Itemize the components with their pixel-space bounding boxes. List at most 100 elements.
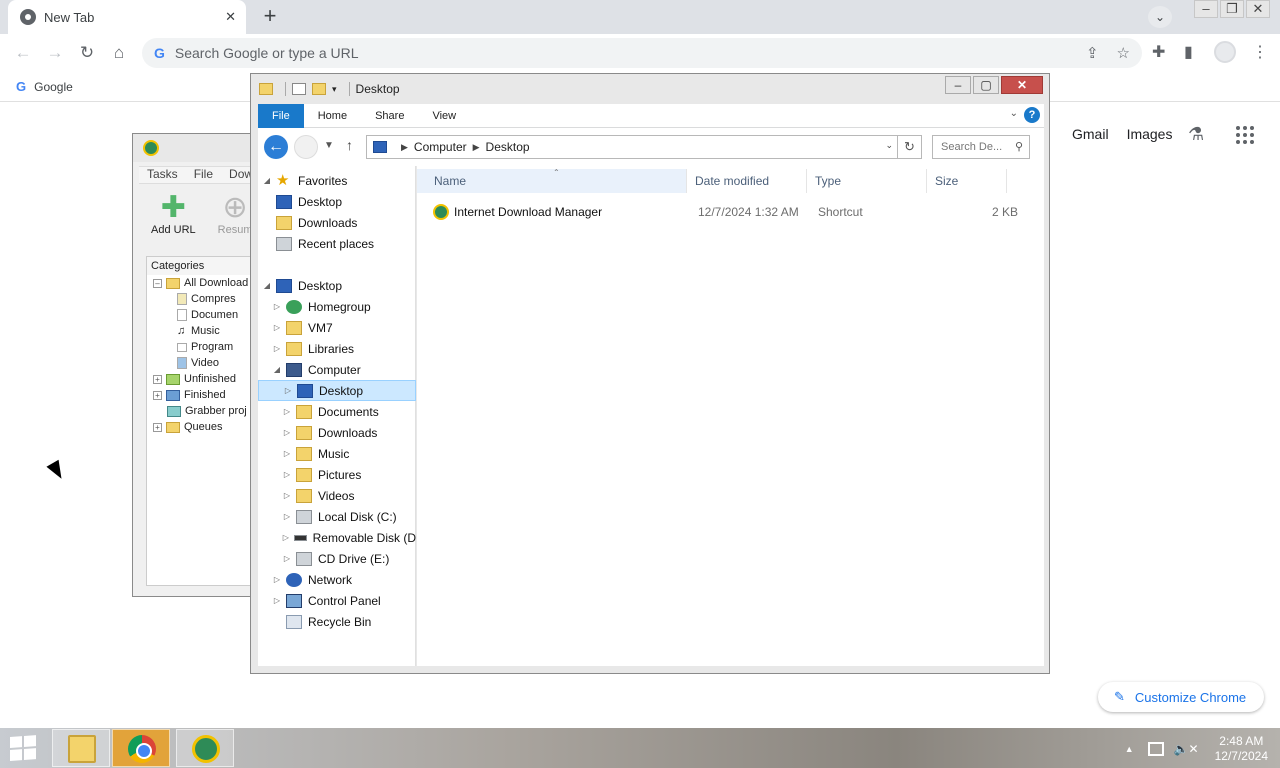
column-header-date[interactable]: Date modified — [687, 169, 807, 193]
expand-ribbon-icon[interactable]: ⌄ — [1010, 108, 1018, 119]
side-panel-icon[interactable]: ▮ — [1184, 42, 1193, 62]
apps-grid-icon[interactable] — [1236, 126, 1254, 144]
ribbon-tab-file[interactable]: File — [258, 104, 304, 128]
idm-tree-item[interactable]: Grabber proj — [147, 403, 263, 419]
idm-tree-item[interactable]: + Queues — [147, 419, 263, 435]
customize-qat-icon[interactable]: ▾ — [332, 84, 337, 95]
breadcrumb-desktop[interactable]: Desktop — [486, 140, 530, 154]
nav-control-panel[interactable]: ▷ Control Panel — [258, 590, 416, 611]
idm-menu-file[interactable]: File — [194, 167, 213, 183]
nav-computer-desktop[interactable]: ▷ Desktop — [258, 380, 416, 401]
taskbar-chrome[interactable] — [112, 729, 170, 767]
home-icon[interactable]: ⌂ — [108, 42, 130, 64]
windows-start-button[interactable] — [10, 735, 38, 761]
nav-vm7[interactable]: ▷ VM7 — [258, 317, 416, 338]
videos-folder-icon — [296, 488, 312, 503]
share-icon[interactable]: ⇪ — [1086, 44, 1099, 62]
reload-icon[interactable]: ↻ — [76, 42, 98, 64]
explorer-titlebar[interactable]: ▾ Desktop – ▢ ✕ — [251, 74, 1049, 104]
nav-fav-desktop[interactable]: Desktop — [258, 191, 416, 212]
customize-chrome-label: Customize Chrome — [1134, 689, 1247, 705]
nav-favorites[interactable]: ◢ ★ Favorites — [258, 170, 416, 191]
images-link[interactable]: Images — [1127, 126, 1173, 142]
idm-resume-button[interactable]: ⊕ Resum — [218, 192, 253, 252]
forward-arrow-icon[interactable]: → — [44, 42, 66, 64]
column-header-size[interactable]: Size — [927, 169, 1007, 193]
new-tab-button[interactable]: + — [258, 5, 282, 29]
column-header-type[interactable]: Type — [807, 169, 927, 193]
idm-menu-tasks[interactable]: Tasks — [147, 167, 178, 183]
close-button[interactable]: ✕ — [1246, 0, 1270, 18]
gmail-link[interactable]: Gmail — [1072, 126, 1109, 142]
refresh-icon[interactable]: ↻ — [898, 135, 922, 159]
taskbar-idm[interactable] — [176, 729, 234, 767]
nav-music[interactable]: ▷ Music — [258, 443, 416, 464]
close-tab-icon[interactable]: ✕ — [225, 9, 236, 25]
back-arrow-icon[interactable]: ← — [264, 135, 288, 159]
minimize-button[interactable]: – — [945, 76, 971, 94]
nav-libraries[interactable]: ▷ Libraries — [258, 338, 416, 359]
search-icon[interactable]: ⚲ — [1015, 136, 1023, 158]
nav-videos[interactable]: ▷ Videos — [258, 485, 416, 506]
nav-local-disk[interactable]: ▷ Local Disk (C:) — [258, 506, 416, 527]
idm-tree-item[interactable]: Compres — [147, 291, 263, 307]
show-hidden-icons-icon[interactable]: ▲ — [1125, 744, 1134, 754]
nav-computer[interactable]: ◢ Computer — [258, 359, 416, 380]
menu-kebab-icon[interactable]: ⋮ — [1252, 42, 1268, 62]
nav-fav-recent[interactable]: Recent places — [258, 233, 416, 254]
search-input[interactable]: Search De... ⚲ — [932, 135, 1030, 159]
labs-flask-icon[interactable]: ⚗ — [1188, 124, 1204, 145]
file-row[interactable]: Internet Download Manager 12/7/2024 1:32… — [433, 201, 1033, 223]
recent-locations-icon[interactable]: ▼ — [324, 140, 334, 151]
up-arrow-icon[interactable]: ↑ — [346, 137, 353, 153]
maximize-button[interactable]: ▢ — [973, 76, 999, 94]
properties-icon[interactable] — [292, 83, 306, 95]
idm-add-url-button[interactable]: ✚ Add URL — [151, 192, 196, 252]
breadcrumb-computer[interactable]: Computer — [414, 140, 467, 154]
nav-pictures[interactable]: ▷ Pictures — [258, 464, 416, 485]
back-arrow-icon[interactable]: ← — [12, 42, 34, 64]
nav-downloads[interactable]: ▷ Downloads — [258, 422, 416, 443]
extensions-icon[interactable]: ✚ — [1152, 42, 1165, 62]
nav-documents[interactable]: ▷ Documents — [258, 401, 416, 422]
nav-network[interactable]: ▷ Network — [258, 569, 416, 590]
customize-chrome-button[interactable]: ✎ Customize Chrome — [1098, 682, 1264, 712]
nav-fav-downloads[interactable]: Downloads — [258, 212, 416, 233]
ribbon-tab-view[interactable]: View — [418, 104, 470, 128]
idm-tree-item[interactable]: – All Download — [147, 275, 263, 291]
idm-tree-item[interactable]: + Unfinished — [147, 371, 263, 387]
address-dropdown-icon[interactable]: ⌄ — [885, 140, 893, 151]
forward-arrow-icon[interactable] — [294, 135, 318, 159]
idm-tree-item[interactable]: Video — [147, 355, 263, 371]
nav-homegroup[interactable]: ▷ Homegroup — [258, 296, 416, 317]
folder-icon — [259, 83, 273, 95]
idm-tree-item[interactable]: ♫ Music — [147, 323, 263, 339]
tab-new-tab[interactable]: New Tab ✕ — [8, 0, 246, 34]
bookmark-google[interactable]: Google — [34, 80, 73, 94]
idm-tree-item[interactable]: + Finished — [147, 387, 263, 403]
minimize-button[interactable]: – — [1194, 0, 1218, 18]
omnibox[interactable]: G Search Google or type a URL ⇪ ☆ — [142, 38, 1142, 68]
idm-titlebar[interactable] — [133, 134, 261, 162]
help-icon[interactable]: ? — [1024, 107, 1040, 123]
profile-avatar[interactable] — [1214, 41, 1236, 63]
nav-cd-drive[interactable]: ▷ CD Drive (E:) — [258, 548, 416, 569]
ribbon-tab-home[interactable]: Home — [304, 104, 361, 128]
address-bar[interactable]: ▶ Computer ▶ Desktop ⌄ — [366, 135, 898, 159]
column-header-name[interactable]: ⌃ Name — [417, 168, 687, 193]
taskbar-file-explorer[interactable] — [52, 729, 110, 767]
ribbon-tab-share[interactable]: Share — [361, 104, 418, 128]
network-status-icon[interactable] — [1147, 742, 1164, 756]
tab-search-button[interactable]: ⌄ — [1148, 6, 1172, 28]
idm-tree-item[interactable]: Program — [147, 339, 263, 355]
bookmark-star-icon[interactable]: ☆ — [1117, 44, 1130, 62]
close-button[interactable]: ✕ — [1001, 76, 1043, 94]
restore-button[interactable]: ❐ — [1220, 0, 1244, 18]
nav-removable-disk[interactable]: ▷ Removable Disk (D — [258, 527, 416, 548]
idm-tree-item[interactable]: Documen — [147, 307, 263, 323]
nav-recycle-bin[interactable]: Recycle Bin — [258, 611, 416, 632]
new-folder-icon[interactable] — [312, 83, 326, 95]
volume-muted-icon[interactable]: 🔈✕ — [1174, 742, 1199, 756]
clock[interactable]: 2:48 AM 12/7/2024 — [1215, 734, 1268, 764]
nav-desktop[interactable]: ◢ Desktop — [258, 275, 416, 296]
